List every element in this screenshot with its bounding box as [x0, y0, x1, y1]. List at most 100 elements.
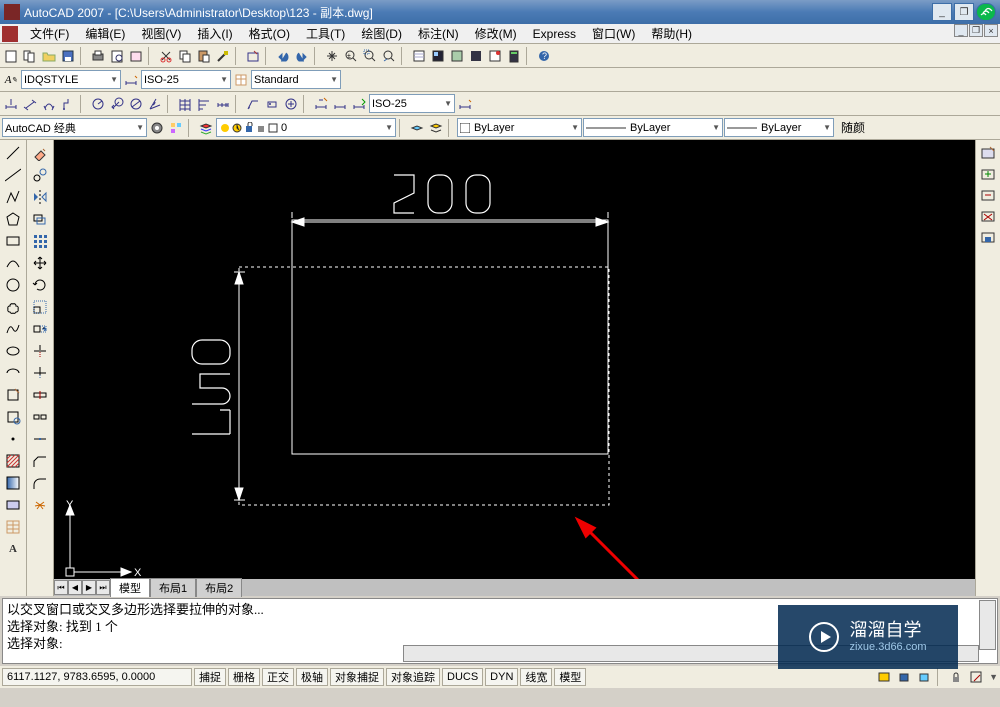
workspace-toolbar-button[interactable]: [167, 119, 185, 137]
sheetset-button[interactable]: [467, 47, 485, 65]
explode-button[interactable]: [30, 495, 50, 515]
zoom-rt-button[interactable]: ±: [342, 47, 360, 65]
trim-button[interactable]: [30, 341, 50, 361]
print-button[interactable]: [89, 47, 107, 65]
status-ducs[interactable]: DUCS: [442, 668, 483, 686]
designcenter-button[interactable]: [429, 47, 447, 65]
menu-help[interactable]: 帮助(H): [643, 23, 700, 44]
circle-button[interactable]: [3, 275, 23, 295]
line-button[interactable]: [3, 143, 23, 163]
dim-ordinate-button[interactable]: [59, 95, 77, 113]
dimstyle-button[interactable]: [122, 71, 140, 89]
table-button[interactable]: [3, 517, 23, 537]
maximize-button[interactable]: ❐: [954, 3, 974, 21]
offset-button[interactable]: [30, 209, 50, 229]
color-combo[interactable]: ByLayer▼: [457, 118, 582, 137]
zoom-prev-button[interactable]: [380, 47, 398, 65]
polygon-button[interactable]: [3, 209, 23, 229]
point-button[interactable]: [3, 429, 23, 449]
tab-model[interactable]: 模型: [110, 578, 150, 597]
refsave-button[interactable]: [978, 227, 998, 247]
extend-button[interactable]: [30, 363, 50, 383]
dimstyle2-button[interactable]: [456, 95, 474, 113]
status-clean[interactable]: [967, 668, 985, 686]
ellipse-arc-button[interactable]: [3, 363, 23, 383]
fillet-button[interactable]: [30, 473, 50, 493]
array-button[interactable]: [30, 231, 50, 251]
dim-style2-combo[interactable]: ISO-25▼: [369, 94, 455, 113]
erase-button[interactable]: [30, 143, 50, 163]
mtext-button[interactable]: A: [3, 539, 23, 559]
mirror-button[interactable]: [30, 187, 50, 207]
workspace-settings-button[interactable]: [148, 119, 166, 137]
cut-button[interactable]: [157, 47, 175, 65]
status-lock[interactable]: [947, 668, 965, 686]
menu-window[interactable]: 窗口(W): [584, 23, 643, 44]
pline-button[interactable]: [3, 187, 23, 207]
preview-button[interactable]: [108, 47, 126, 65]
gradient-button[interactable]: [3, 473, 23, 493]
lineweight-combo[interactable]: ByLayer▼: [724, 118, 834, 137]
tab-first-button[interactable]: ⏮: [54, 580, 68, 595]
pan-button[interactable]: [323, 47, 341, 65]
doc-minimize-button[interactable]: _: [954, 24, 968, 37]
menu-file[interactable]: 文件(F): [22, 23, 77, 44]
status-model[interactable]: 模型: [554, 668, 586, 686]
menu-view[interactable]: 视图(V): [133, 23, 189, 44]
dim-angular-button[interactable]: [146, 95, 164, 113]
new-button[interactable]: [2, 47, 20, 65]
markup-button[interactable]: [486, 47, 504, 65]
xline-button[interactable]: [3, 165, 23, 185]
block-button[interactable]: [3, 407, 23, 427]
status-otrack[interactable]: 对象追踪: [386, 668, 440, 686]
dim-linear-button[interactable]: [2, 95, 20, 113]
break-button[interactable]: [30, 407, 50, 427]
tab-next-button[interactable]: ▶: [82, 580, 96, 595]
save-button[interactable]: [59, 47, 77, 65]
refremove-button[interactable]: [978, 185, 998, 205]
dim-aligned-button[interactable]: [21, 95, 39, 113]
insert-button[interactable]: [3, 385, 23, 405]
revcloud-button[interactable]: [3, 297, 23, 317]
dim-quick-button[interactable]: [176, 95, 194, 113]
minimize-button[interactable]: _: [932, 3, 952, 21]
status-dyn[interactable]: DYN: [485, 668, 518, 686]
layer-prev-button[interactable]: [408, 119, 426, 137]
menu-insert[interactable]: 插入(I): [189, 23, 240, 44]
spline-button[interactable]: [3, 319, 23, 339]
status-lwt[interactable]: 线宽: [520, 668, 552, 686]
dim-continue-button[interactable]: [214, 95, 232, 113]
scale-button[interactable]: [30, 297, 50, 317]
tolerance-button[interactable]: [263, 95, 281, 113]
table-style-combo[interactable]: Standard▼: [251, 70, 341, 89]
ellipse-button[interactable]: [3, 341, 23, 361]
menu-dim[interactable]: 标注(N): [410, 23, 467, 44]
blockedit-button[interactable]: [244, 47, 262, 65]
hatch-button[interactable]: [3, 451, 23, 471]
drawing-canvas[interactable]: X Y ⏮ ◀ ▶ ⏭ 模型 布局1 布局2: [54, 140, 1000, 596]
copy-button[interactable]: [176, 47, 194, 65]
tab-prev-button[interactable]: ◀: [68, 580, 82, 595]
rotate-button[interactable]: [30, 275, 50, 295]
dim-jogged-button[interactable]: [108, 95, 126, 113]
status-osnap[interactable]: 对象捕捉: [330, 668, 384, 686]
arc-button[interactable]: [3, 253, 23, 273]
app-menu-icon[interactable]: [2, 26, 18, 42]
layer-props-button[interactable]: [197, 119, 215, 137]
dim-arc-button[interactable]: [40, 95, 58, 113]
stretch-button[interactable]: [30, 319, 50, 339]
copy-obj-button[interactable]: [30, 165, 50, 185]
center-mark-button[interactable]: [282, 95, 300, 113]
status-tray2[interactable]: [895, 668, 913, 686]
status-ortho[interactable]: 正交: [262, 668, 294, 686]
status-tray3[interactable]: [915, 668, 933, 686]
redo-button[interactable]: [293, 47, 311, 65]
tab-layout1[interactable]: 布局1: [150, 578, 196, 597]
status-polar[interactable]: 极轴: [296, 668, 328, 686]
break-point-button[interactable]: [30, 385, 50, 405]
open-button[interactable]: [40, 47, 58, 65]
dim-radius-button[interactable]: [89, 95, 107, 113]
layer-combo[interactable]: 0▼: [216, 118, 396, 137]
dim-baseline-button[interactable]: [195, 95, 213, 113]
textstyle-button[interactable]: A✎: [2, 71, 20, 89]
